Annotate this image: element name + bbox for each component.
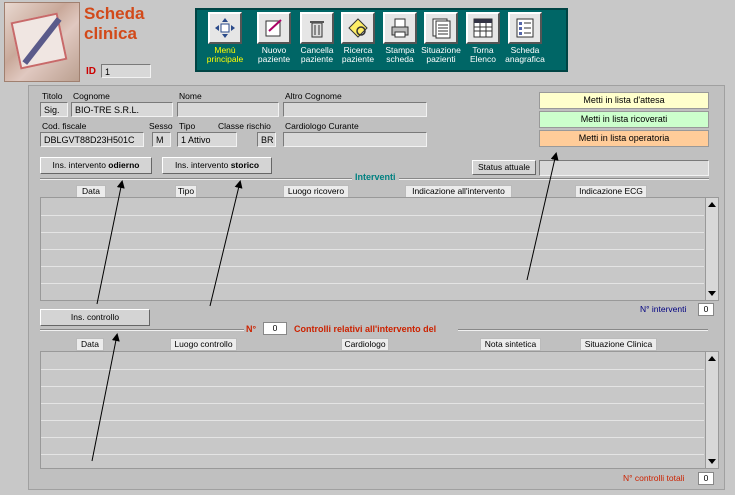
scheda-anagrafica-label2: anagrafica [505, 54, 545, 64]
table-icon [466, 12, 500, 44]
torna-elenco-label2: Elenco [470, 54, 496, 64]
scheda-anagrafica-button[interactable]: Scheda anagrafica [503, 12, 547, 70]
table-row[interactable] [41, 437, 704, 438]
page-title-line1: Scheda [84, 4, 145, 23]
situazione-pazienti-button[interactable]: Situazione pazienti [419, 12, 463, 70]
controlli-n-label: N° [246, 324, 257, 334]
tipo-label: Tipo [179, 121, 196, 131]
ins-controllo-button[interactable]: Ins. controllo [40, 309, 150, 326]
torna-elenco-button[interactable]: Torna Elenco [461, 12, 505, 70]
ins-intervento-odierno-bold: odierno [108, 160, 140, 170]
app-logo [4, 2, 80, 82]
document-list-icon [424, 12, 458, 44]
interventi-section-title: Interventi [352, 172, 399, 182]
interventi-scrollbar[interactable] [705, 198, 718, 300]
stampa-scheda-button[interactable]: Stampa scheda [378, 12, 422, 70]
col-nota-sintetica[interactable]: Nota sintetica [480, 338, 541, 351]
col-situazione-clinica[interactable]: Situazione Clinica [580, 338, 657, 351]
main-toolbar: Menù principale Nuovo paziente Cancella … [195, 8, 568, 72]
table-row[interactable] [41, 232, 704, 233]
cardiologo-curante-field[interactable] [283, 132, 427, 147]
lista-attesa-button[interactable]: Metti in lista d'attesa [539, 92, 709, 109]
nome-field[interactable] [177, 102, 279, 117]
cognome-label: Cognome [73, 91, 110, 101]
status-attuale-button[interactable]: Status attuale [472, 160, 536, 175]
titolo-label: Titolo [42, 91, 63, 101]
menu-principale-label2: principale [206, 54, 244, 64]
nome-label: Nome [179, 91, 202, 101]
stampa-scheda-label2: scheda [386, 54, 414, 64]
tipo-field[interactable]: 1 Attivo [177, 132, 237, 147]
n-controlli-totali-label: N° controlli totali [623, 473, 685, 483]
printer-icon [383, 12, 417, 44]
move-arrows-icon [208, 12, 242, 44]
nuovo-paziente-label2: paziente [257, 54, 291, 64]
id-label: ID [86, 66, 96, 77]
cancella-paziente-label2: paziente [300, 54, 334, 64]
col-data-controllo[interactable]: Data [76, 338, 104, 351]
table-row[interactable] [41, 420, 704, 421]
table-row[interactable] [41, 369, 704, 370]
lista-ricoverati-button[interactable]: Metti in lista ricoverati [539, 111, 709, 128]
trash-icon [300, 12, 334, 44]
table-row[interactable] [41, 403, 704, 404]
lista-operatoria-button[interactable]: Metti in lista operatoria [539, 130, 709, 147]
table-row[interactable] [41, 386, 704, 387]
controlli-n-field: 0 [263, 322, 287, 335]
n-interventi-field: 0 [698, 303, 714, 316]
search-icon [341, 12, 375, 44]
classe-rischio-label: Classe rischio [218, 121, 271, 131]
interventi-grid[interactable] [40, 197, 719, 301]
table-row[interactable] [41, 454, 704, 455]
situazione-pazienti-label2: pazienti [426, 54, 456, 64]
ins-intervento-storico-bold: storico [230, 160, 260, 170]
id-field[interactable]: 1 [101, 64, 151, 78]
status-attuale-field[interactable] [539, 160, 709, 176]
ricerca-paziente-button[interactable]: Ricerca paziente [336, 12, 380, 70]
n-interventi-label: N° interventi [640, 304, 687, 314]
controlli-scrollbar[interactable] [705, 352, 718, 468]
form-icon [508, 12, 542, 44]
table-row[interactable] [41, 266, 704, 267]
nuovo-paziente-button[interactable]: Nuovo paziente [252, 12, 296, 70]
scroll-up-icon[interactable] [708, 356, 716, 361]
page-title: Scheda clinica [84, 4, 194, 44]
classe-rischio-field[interactable]: BR [257, 132, 276, 147]
controlli-section-title: Controlli relativi all'intervento del [294, 324, 437, 334]
table-row[interactable] [41, 249, 704, 250]
menu-principale-button[interactable]: Menù principale [203, 12, 247, 70]
new-document-icon [257, 12, 291, 44]
ins-intervento-storico-prefix: Ins. intervento [174, 160, 231, 170]
sesso-label: Sesso [149, 121, 173, 131]
n-controlli-totali-field: 0 [698, 472, 714, 485]
ins-intervento-odierno-prefix: Ins. intervento [52, 160, 109, 170]
cod-fiscale-label: Cod. fiscale [42, 121, 87, 131]
ins-intervento-odierno-button[interactable]: Ins. intervento odierno [40, 157, 152, 174]
cardiologo-curante-label: Cardiologo Curante [285, 121, 359, 131]
col-luogo-controllo[interactable]: Luogo controllo [170, 338, 237, 351]
cod-fiscale-field[interactable]: DBLGVT88D23H501C [40, 132, 144, 147]
scroll-up-icon[interactable] [708, 202, 716, 207]
titolo-field[interactable]: Sig. [40, 102, 68, 117]
scroll-down-icon[interactable] [708, 459, 716, 464]
table-row[interactable] [41, 215, 704, 216]
altro-cognome-field[interactable] [283, 102, 427, 117]
page-title-line2: clinica [84, 24, 137, 43]
cancella-paziente-button[interactable]: Cancella paziente [295, 12, 339, 70]
altro-cognome-label: Altro Cognome [285, 91, 342, 101]
scroll-down-icon[interactable] [708, 291, 716, 296]
cognome-field[interactable]: BIO-TRE S.R.L. [71, 102, 173, 117]
ricerca-paziente-label2: paziente [341, 54, 375, 64]
ins-intervento-storico-button[interactable]: Ins. intervento storico [162, 157, 272, 174]
col-cardiologo[interactable]: Cardiologo [341, 338, 389, 351]
controlli-grid[interactable] [40, 351, 719, 469]
controlli-divider-left [40, 329, 244, 331]
table-row[interactable] [41, 283, 704, 284]
sesso-field[interactable]: M [152, 132, 171, 147]
controlli-divider-right [458, 329, 708, 331]
